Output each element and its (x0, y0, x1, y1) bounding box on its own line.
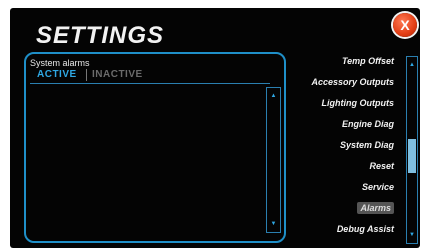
menu-item-debug-assist[interactable]: Debug Assist (337, 224, 394, 234)
tab-active[interactable]: ACTIVE (37, 69, 77, 80)
system-alarms-panel: System alarms ACTIVE INACTIVE ▲ ▼ (24, 52, 286, 243)
menu-item-temp-offset[interactable]: Temp Offset (342, 56, 394, 66)
tab-underline (30, 83, 270, 84)
scroll-down-icon[interactable]: ▼ (267, 220, 280, 228)
scroll-up-icon[interactable]: ▲ (267, 92, 280, 100)
tab-inactive[interactable]: INACTIVE (92, 69, 143, 80)
menu-item-service[interactable]: Service (362, 182, 394, 192)
scroll-up-icon[interactable]: ▲ (407, 61, 417, 69)
close-icon: X (400, 17, 410, 33)
panel-label: System alarms (30, 58, 90, 68)
menu-item-reset[interactable]: Reset (369, 161, 394, 171)
menu-item-accessory-outputs[interactable]: Accessory Outputs (311, 77, 394, 87)
scroll-thumb[interactable] (408, 139, 416, 173)
menu-item-lighting-outputs[interactable]: Lighting Outputs (322, 98, 394, 108)
alarm-list-scrollbar[interactable]: ▲ ▼ (266, 87, 281, 233)
page-title: SETTINGS (36, 22, 165, 49)
scroll-down-icon[interactable]: ▼ (407, 231, 417, 239)
tab-divider (86, 69, 87, 81)
menu-item-engine-diag[interactable]: Engine Diag (342, 119, 394, 129)
settings-screen: SETTINGS X System alarms ACTIVE INACTIVE… (10, 8, 420, 248)
menu-scrollbar[interactable]: ▲ ▼ (406, 56, 418, 244)
menu-item-system-diag[interactable]: System Diag (340, 140, 394, 150)
menu-item-alarms[interactable]: Alarms (357, 202, 394, 214)
close-button[interactable]: X (393, 13, 417, 37)
